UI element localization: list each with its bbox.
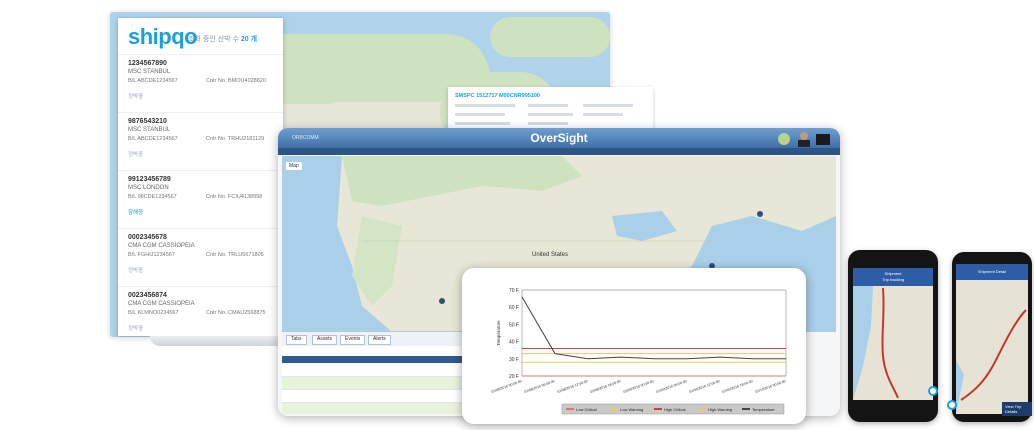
plot-area [521,289,787,377]
phone-2-title: Shipment Detail [977,269,1007,274]
phone-2-marker [947,400,957,410]
legend-swatch [610,408,618,410]
bl-number: B/L 98CDE1234567 [128,194,177,200]
grid-tab-2[interactable]: Events [340,335,366,345]
phone-1-title: Shipment [884,271,902,276]
shipment-number: 1234567890 [128,60,167,67]
shipment-status: 항해중 [128,210,144,216]
popup-line [583,104,633,107]
shipment-status: 정박중 [128,94,144,100]
tracking-count-value: 20 개 [240,36,258,43]
y-tick-label: 70 F [509,288,519,294]
y-tick-label: 50 F [509,322,519,328]
phone-2: Shipment Detail View Trip Details [947,252,1032,422]
shipment-status: 정박중 [128,326,144,332]
vessel-name: MSC STANBUL [128,127,171,133]
container-number: Cntr No. TRLU5671805 [206,252,264,258]
y-tick-label: 60 F [509,305,519,311]
phone-1: Shipment Trip tracking [848,250,938,422]
legend-entry: Low Warning [620,407,643,412]
legend-entry: High Critical [664,407,686,412]
legend-swatch [698,408,706,410]
vessel-name: CMA CGM CASSIOPEIA [128,243,195,249]
popup-line [583,113,623,116]
phone-1-subtitle: Trip tracking [882,277,904,282]
map-country-label: United States [532,252,568,258]
x-tick-label: 02/08/2016 06:00:00 [524,379,556,394]
x-tick-label: 02/09/2016 06:00:00 [656,379,688,394]
popup-line [528,122,568,125]
shipment-card[interactable]: 0023456874 CMA CGM CASSIOPEIA B/L KLMNO023… [118,286,283,336]
vessel-name: CMA CGM CASSIOPEIA [128,301,195,307]
shipment-card[interactable]: 0002345678 CMA CGM CASSIOPEIA B/L FGHIJ123… [118,228,283,287]
legend-swatch [742,408,750,410]
shipment-number: 0023456874 [128,292,167,299]
legend-swatch [654,408,662,410]
shipment-status: 정박중 [128,152,144,158]
map-tab[interactable]: Map [286,162,302,170]
shipgo-logo: shipqo [128,24,198,49]
x-tick-label: 02/09/2016 00:00:00 [623,379,655,394]
shipment-number: 0002345678 [128,234,167,241]
user-avatar[interactable] [776,130,836,147]
oversight-menu [278,148,840,161]
legend-swatch [566,408,574,410]
bl-number: B/L KLMNO0234567 [128,310,179,316]
shipment-status: 정박중 [128,268,144,274]
grid-tab-1[interactable]: Assets [312,335,338,345]
phone-1-map [853,286,933,400]
y-tick-label: 20 F [509,374,519,380]
grid-tab-0[interactable]: Tabs [286,335,307,345]
shipment-card[interactable]: 99123456789 MSC LONDON B/L 98CDE1234567 Cnt… [118,170,283,229]
x-tick-label: 02/09/2016 18:00:00 [722,379,754,394]
x-tick-label: 02/08/2016 00:00:00 [491,379,523,394]
y-tick-label: 40 F [509,340,519,346]
shipment-number: 9876543210 [128,118,167,125]
app-title: OverSight [530,131,588,145]
phone-1-screen: Shipment Trip tracking [853,268,933,400]
shipment-card[interactable]: 1234567890 MSC STANBUL B/L ABCDE1234567 Cnt… [118,54,283,113]
x-tick-label: 02/10/2016 00:00:00 [755,379,787,394]
bl-number: B/L FGHIJ1234567 [128,252,175,258]
popup-line [455,113,505,116]
legend-entry: High Warning [708,407,732,412]
tracking-count: 조회 중인 선박 수 20 개 [188,34,257,44]
bl-number: B/L ABCDE1234567 [128,136,178,142]
phone-1-marker [928,386,938,396]
y-tick-label: 30 F [509,357,519,363]
temperature-chart-svg: 70 F 60 F 50 F 40 F 30 F 20 F Temperature 02/08… [491,288,787,415]
container-number: Cntr No. BMOU4028820 [206,78,266,84]
oversight-titlebar: ORBCOMM OverSight [278,128,840,148]
container-number: Cntr No. CMAU2568875 [206,310,266,316]
grid-tab-3[interactable]: Alerts [368,335,391,345]
popup-line [455,104,515,107]
phone-2-screen: Shipment Detail [956,264,1028,414]
popup-line [528,104,568,107]
x-tick-label: 02/09/2016 12:00:00 [689,379,721,394]
bl-number: B/L ABCDE1234567 [128,78,178,84]
container-number: Cntr No. TRHU2181129 [206,136,265,142]
tracking-count-label: 조회 중인 선박 수 [188,36,239,43]
vessel-name: MSC LONDON [128,185,169,191]
phone-2-header: Shipment Detail [956,264,1028,280]
shipment-card[interactable]: 9876543210 MSC STANBUL B/L ABCDE1234567 Cnt… [118,112,283,171]
shipment-sidebar: shipqo 조회 중인 선박 수 20 개 1234567890 MSC STA… [118,18,283,336]
legend-entry: Low Critical [576,407,597,412]
view-trip-details-button[interactable]: View Trip Details [1002,402,1032,416]
popup-title: SMSPC 1512717 M00CNR995100 [455,93,540,99]
popup-line [528,113,573,116]
x-tick-label: 02/08/2016 12:00:00 [557,379,589,394]
phone-1-header: Shipment Trip tracking [853,268,933,286]
temperature-chart: 70 F 60 F 50 F 40 F 30 F 20 F Temperature 02/08… [462,268,806,424]
y-axis-label: Temperature [496,320,501,346]
x-tick-label: 02/08/2016 18:00:00 [590,379,622,394]
phone-2-map [956,280,1028,414]
legend-entry: Temperature [752,407,775,412]
vessel-name: MSC STANBUL [128,69,171,75]
popup-line [455,122,510,125]
container-number: Cntr No. FCIU4138998 [206,194,263,200]
shipment-number: 99123456789 [128,176,171,183]
